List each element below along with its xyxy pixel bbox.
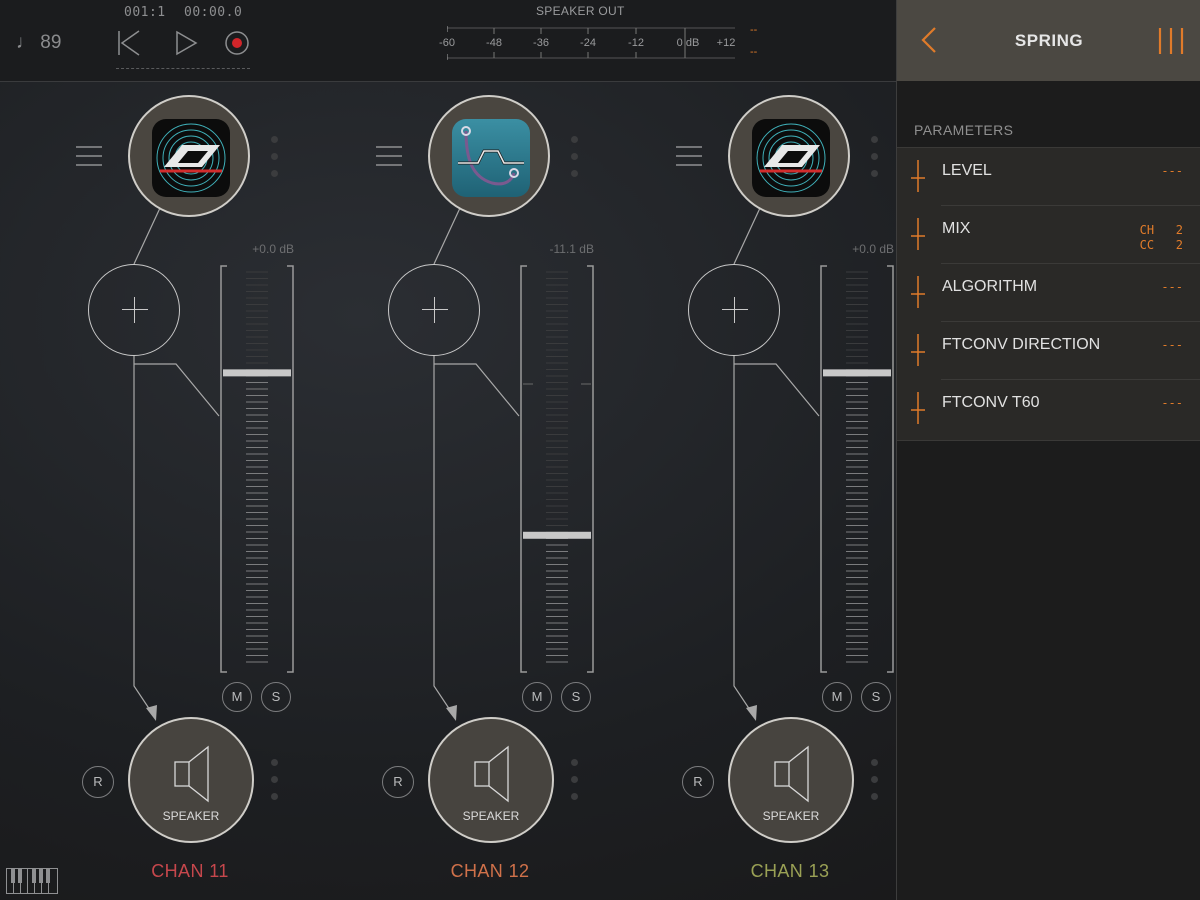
param-row-algorithm[interactable]: ALGORITHM --- xyxy=(897,264,1200,322)
parameter-list: LEVEL --- MIX CH 2 CC 2 ALGORITHM --- FT… xyxy=(897,147,1200,441)
channel-strip-1: +0.0 dB M S R SPEAKER CHAN 11 xyxy=(0,81,300,900)
mute-button[interactable]: M xyxy=(222,682,252,712)
reverb-plugin-icon xyxy=(152,119,230,197)
speaker-icon xyxy=(474,745,509,803)
param-row-mix[interactable]: MIX CH 2 CC 2 xyxy=(897,206,1200,264)
play-icon[interactable] xyxy=(172,28,202,58)
plugin-slot[interactable] xyxy=(728,95,850,217)
speaker-out-meter: -60 -48 -36 -24 -12 0 dB +12 xyxy=(439,26,736,60)
param-name: ALGORITHM xyxy=(942,278,1038,295)
record-icon[interactable] xyxy=(223,28,253,58)
plugin-options-dots[interactable] xyxy=(571,136,579,187)
time-readout: 00:00.0 xyxy=(184,5,243,20)
slider-handle-icon xyxy=(911,276,925,308)
volume-fader[interactable] xyxy=(219,264,295,674)
fader-db-readout: +0.0 dB xyxy=(852,242,894,256)
meter-tick-label: +12 xyxy=(716,37,736,49)
channel-strip-2: -11.1 dB M S R SPEAKER CHAN 12 xyxy=(300,81,600,900)
piano-keyboard-icon[interactable] xyxy=(6,868,58,894)
bars-icon[interactable] xyxy=(1155,24,1189,58)
fader-handle[interactable] xyxy=(823,369,891,377)
add-plugin-button[interactable] xyxy=(88,264,180,356)
meter-tick-label: 0 dB xyxy=(676,37,700,49)
fader-handle[interactable] xyxy=(523,531,591,539)
mute-button[interactable]: M xyxy=(822,682,852,712)
param-value: --- xyxy=(1161,280,1183,294)
plugin-options-dots[interactable] xyxy=(871,136,879,187)
param-name: MIX xyxy=(942,220,971,237)
channel-name[interactable]: CHAN 13 xyxy=(690,861,890,882)
meter-tick-label: -36 xyxy=(533,37,549,49)
speaker-out-title: SPEAKER OUT xyxy=(536,4,625,18)
slider-handle-icon xyxy=(911,160,925,192)
meter-tick-label: -60 xyxy=(439,37,455,49)
param-value: --- xyxy=(1161,396,1183,410)
speaker-icon xyxy=(774,745,809,803)
skip-back-icon[interactable] xyxy=(114,28,144,58)
fader-handle[interactable] xyxy=(223,369,291,377)
meter-tick-label: -48 xyxy=(486,37,502,49)
param-name: FTCONV T60 xyxy=(942,394,1040,411)
slider-handle-icon xyxy=(911,334,925,366)
record-arm-button[interactable]: R xyxy=(382,766,414,798)
speaker-icon xyxy=(174,745,209,803)
param-midi-channel: CH 2 xyxy=(1139,223,1183,237)
spring-plugin-icon xyxy=(452,119,530,197)
volume-fader[interactable] xyxy=(819,264,895,674)
fader-db-readout: +0.0 dB xyxy=(252,242,294,256)
solo-button[interactable]: S xyxy=(861,682,891,712)
add-plugin-button[interactable] xyxy=(388,264,480,356)
output-label: SPEAKER xyxy=(462,809,520,823)
peak-left-readout: -- xyxy=(750,24,758,36)
bar-beat-readout: 001:1 xyxy=(124,5,166,20)
output-speaker-button[interactable]: SPEAKER xyxy=(128,717,254,843)
param-row-ftconv-t60[interactable]: FTCONV T60 --- xyxy=(897,380,1200,438)
plugin-parameters-panel: SPRING PARAMETERS LEVEL --- MIX CH 2 CC … xyxy=(896,0,1200,900)
fader-db-readout: -11.1 dB xyxy=(549,242,594,256)
transport-divider xyxy=(116,68,250,69)
panel-header: SPRING xyxy=(897,0,1200,81)
hamburger-menu-icon[interactable] xyxy=(76,143,104,171)
param-midi-cc: CC 2 xyxy=(1139,238,1183,252)
channel-strip-3: +0.0 dB M S R SPEAKER CHAN 13 xyxy=(600,81,900,900)
output-options-dots[interactable] xyxy=(871,759,879,810)
solo-button[interactable]: S xyxy=(561,682,591,712)
param-value: --- xyxy=(1161,338,1183,352)
peak-right-readout: -- xyxy=(750,46,758,58)
output-label: SPEAKER xyxy=(162,809,220,823)
parameters-section-label: PARAMETERS xyxy=(914,122,1014,138)
slider-handle-icon xyxy=(911,392,925,424)
meter-tick-label: -24 xyxy=(580,37,596,49)
meter-tick-label: -12 xyxy=(628,37,644,49)
plugin-slot[interactable] xyxy=(128,95,250,217)
param-row-level[interactable]: LEVEL --- xyxy=(897,148,1200,206)
output-label: SPEAKER xyxy=(762,809,820,823)
param-name: LEVEL xyxy=(942,162,992,179)
solo-button[interactable]: S xyxy=(261,682,291,712)
reverb-plugin-icon xyxy=(752,119,830,197)
output-speaker-button[interactable]: SPEAKER xyxy=(428,717,554,843)
volume-fader[interactable] xyxy=(519,264,595,674)
record-arm-button[interactable]: R xyxy=(682,766,714,798)
channel-name[interactable]: CHAN 12 xyxy=(390,861,590,882)
param-row-ftconv-direction[interactable]: FTCONV DIRECTION --- xyxy=(897,322,1200,380)
output-speaker-button[interactable]: SPEAKER xyxy=(728,717,854,843)
record-arm-button[interactable]: R xyxy=(82,766,114,798)
tempo-display[interactable]: ♩ 89 xyxy=(16,32,61,54)
output-options-dots[interactable] xyxy=(571,759,579,810)
hamburger-menu-icon[interactable] xyxy=(676,143,704,171)
slider-handle-icon xyxy=(911,218,925,250)
mute-button[interactable]: M xyxy=(522,682,552,712)
param-name: FTCONV DIRECTION xyxy=(942,336,1101,353)
param-value: --- xyxy=(1161,164,1183,178)
channel-name[interactable]: CHAN 11 xyxy=(90,861,290,882)
output-options-dots[interactable] xyxy=(271,759,279,810)
hamburger-menu-icon[interactable] xyxy=(376,143,404,171)
plugin-options-dots[interactable] xyxy=(271,136,279,187)
transport-bar: ♩ 89 001:1 00:00.0 SPEAKER OUT -60 -48 -… xyxy=(0,0,896,82)
plugin-slot[interactable] xyxy=(428,95,550,217)
add-plugin-button[interactable] xyxy=(688,264,780,356)
